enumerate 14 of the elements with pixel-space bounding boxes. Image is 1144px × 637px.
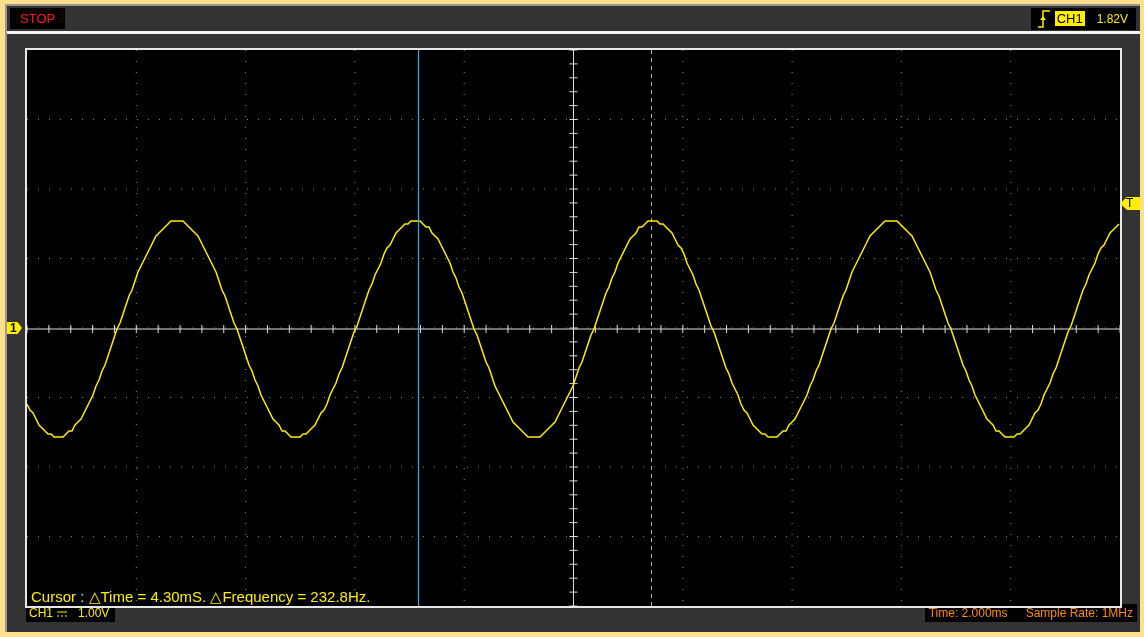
cursor-line[interactable] bbox=[417, 50, 420, 606]
run-status: STOP bbox=[10, 8, 66, 29]
trigger-level: 1.82V bbox=[1096, 11, 1128, 26]
trigger-marker: T bbox=[1120, 197, 1140, 210]
volts-per-division: 1.00V bbox=[78, 606, 110, 620]
dc-coupling-icon bbox=[56, 608, 68, 618]
cursor-readout: Cursor : △Time = 4.30mS. △Frequency = 232.8Hz. bbox=[31, 588, 371, 606]
time-base: Time: 2.000ms bbox=[928, 606, 1008, 620]
rising-edge-icon bbox=[1036, 8, 1051, 29]
trigger-channel: CH1 bbox=[1054, 11, 1085, 26]
cursor-line[interactable] bbox=[651, 50, 652, 606]
sample-rate: Sample Rate: 1MHz bbox=[1025, 606, 1133, 620]
channel-label: CH1 bbox=[29, 606, 53, 620]
channel-marker: 1 bbox=[7, 322, 22, 334]
